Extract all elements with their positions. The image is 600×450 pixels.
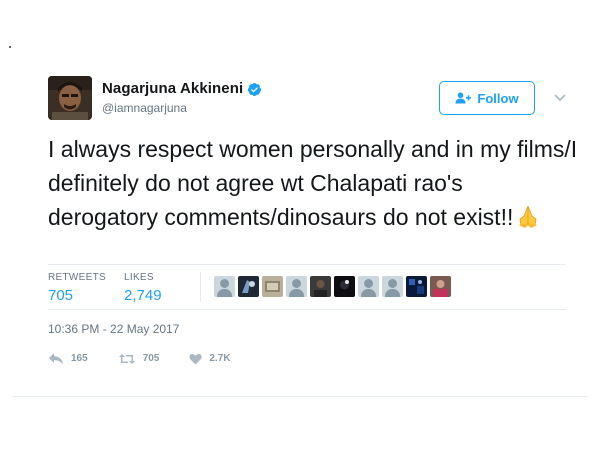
stats-bottom-divider bbox=[48, 309, 566, 310]
heart-icon bbox=[189, 353, 202, 365]
retweet-icon bbox=[118, 353, 136, 365]
liker-avatar[interactable] bbox=[214, 276, 235, 297]
liker-avatar[interactable] bbox=[286, 276, 307, 297]
verified-badge-icon bbox=[247, 82, 262, 97]
retweets-label: RETWEETS bbox=[48, 272, 106, 283]
stats-top-divider bbox=[48, 264, 566, 265]
tweet-embed: Nagarjuna Akkineni @iamnagarjuna Follow bbox=[0, 0, 600, 450]
liker-avatar[interactable] bbox=[430, 276, 451, 297]
author-name[interactable]: Nagarjuna Akkineni bbox=[102, 80, 243, 97]
embed-bottom-divider bbox=[12, 396, 588, 397]
stray-dot bbox=[9, 46, 11, 48]
liker-avatar[interactable] bbox=[310, 276, 331, 297]
author-block: Nagarjuna Akkineni @iamnagarjuna bbox=[102, 80, 262, 115]
tweet-text: I always respect women personally and in… bbox=[48, 132, 578, 234]
likes-label: LIKES bbox=[124, 272, 154, 283]
reply-count: 165 bbox=[71, 353, 88, 364]
follow-button[interactable]: Follow bbox=[439, 81, 535, 115]
chevron-down-icon[interactable] bbox=[553, 90, 567, 102]
retweet-action[interactable]: 705 bbox=[118, 353, 160, 365]
retweet-count: 705 bbox=[142, 353, 160, 364]
liker-avatar[interactable] bbox=[238, 276, 259, 297]
liker-avatar[interactable] bbox=[262, 276, 283, 297]
tweet-body: I always respect women personally and in… bbox=[48, 136, 578, 230]
like-action[interactable]: 2.7K bbox=[189, 353, 231, 365]
liker-avatar[interactable] bbox=[406, 276, 427, 297]
add-user-icon bbox=[455, 92, 472, 104]
tweet-actions: 165 705 2.7K bbox=[48, 352, 261, 365]
liker-avatar[interactable] bbox=[382, 276, 403, 297]
likes-stat[interactable]: LIKES 2,749 bbox=[124, 272, 162, 304]
like-count: 2.7K bbox=[209, 353, 231, 364]
liker-avatar[interactable] bbox=[334, 276, 355, 297]
folded-hands-icon bbox=[515, 203, 541, 229]
retweets-stat[interactable]: RETWEETS 705 bbox=[48, 272, 106, 304]
reply-action[interactable]: 165 bbox=[48, 352, 88, 365]
retweets-value: 705 bbox=[48, 287, 74, 304]
reply-icon bbox=[48, 352, 64, 365]
author-handle[interactable]: @iamnagarjuna bbox=[102, 101, 262, 115]
timestamp[interactable]: 10:36 PM - 22 May 2017 bbox=[48, 322, 179, 336]
avatar[interactable] bbox=[48, 76, 92, 120]
avatar-image bbox=[48, 76, 92, 120]
liked-by-avatars bbox=[214, 276, 451, 297]
likes-value: 2,749 bbox=[124, 287, 162, 304]
follow-button-label: Follow bbox=[477, 90, 519, 106]
liker-avatar[interactable] bbox=[358, 276, 379, 297]
stats-vertical-divider bbox=[200, 272, 201, 302]
